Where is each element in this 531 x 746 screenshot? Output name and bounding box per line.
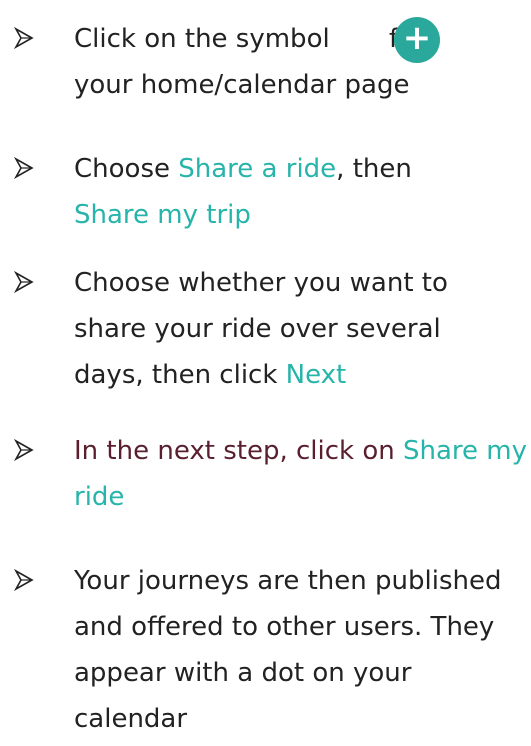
plus-icon[interactable]: + [394,17,440,63]
step-5: Your journeys are then published and off… [0,558,531,746]
step-1-line2: your home/calendar page [74,70,410,100]
step-4-text: In the next step, click on Share my ride [74,428,527,520]
step-1-line1: Click on the symbol [74,24,330,54]
arrow-bullet-icon [13,569,34,591]
step-3: Choose whether you want to share your ri… [0,260,531,400]
step-3-text: Choose whether you want to share your ri… [74,260,517,398]
step-1: Click on the symbol your home/calendar p… [0,16,531,116]
share-a-ride-link[interactable]: Share a ride [178,154,336,184]
step-2-prefix: Choose [74,154,179,184]
step-2-middle: , then [336,154,412,184]
share-my-trip-link[interactable]: Share my trip [74,200,251,230]
step-4-body: In the next step, click on [74,436,403,466]
step-5-text: Your journeys are then published and off… [74,566,502,734]
step-1-text: Click on the symbol your home/calendar p… [74,16,513,108]
arrow-bullet-icon [13,271,34,293]
arrow-bullet-icon [13,157,34,179]
step-4: In the next step, click on Share my ride [0,428,531,528]
step-2: Choose Share a ride, then Share my trip [0,146,531,246]
next-link[interactable]: Next [286,360,347,390]
step-2-text: Choose Share a ride, then Share my trip [74,146,513,238]
step-3-body: Choose whether you want to share your ri… [74,268,448,390]
arrow-bullet-icon [13,439,34,461]
arrow-bullet-icon [13,27,34,49]
